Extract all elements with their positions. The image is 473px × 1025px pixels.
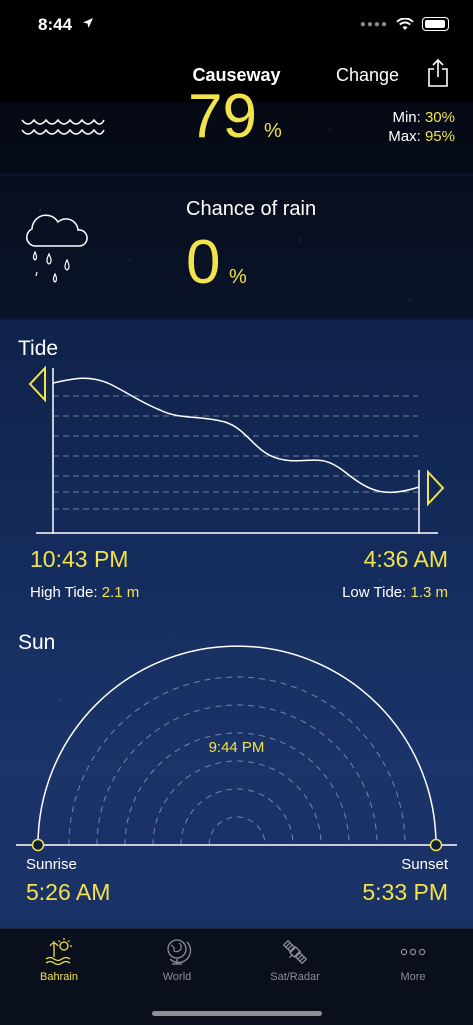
low-tide-info: Low Tide: 1.3 m xyxy=(342,584,448,601)
tab-more[interactable]: More xyxy=(354,937,472,983)
sunset-label: Sunset xyxy=(401,856,448,873)
sunrise-marker-icon xyxy=(31,838,45,852)
high-tide-time: 10:43 PM xyxy=(30,546,129,572)
high-tide-label: High Tide: xyxy=(30,584,98,601)
status-bar: 8:44 ●●●● xyxy=(0,0,473,50)
tide-next-arrow-icon xyxy=(427,469,445,507)
sunrise-time: 5:26 AM xyxy=(26,879,111,905)
humidity-min-max: Min: 30% Max: 95% xyxy=(388,108,455,146)
tide-curve xyxy=(52,377,420,494)
sunset-time: 5:33 PM xyxy=(362,879,448,905)
low-tide-value: 1.3 m xyxy=(410,584,448,601)
low-tide-label: Low Tide: xyxy=(342,584,407,601)
humidity-value: 79 xyxy=(188,82,257,151)
tab-bar: Bahrain World Sat/Radar More xyxy=(0,928,473,1025)
tab-sat-radar-label: Sat/Radar xyxy=(270,971,320,983)
humidity-waves-icon xyxy=(21,118,105,135)
rain-section: Chance of rain 0 % xyxy=(0,176,473,318)
tab-bahrain-label: Bahrain xyxy=(40,971,78,983)
sunrise-label: Sunrise xyxy=(26,856,77,873)
wifi-icon xyxy=(396,17,414,30)
tab-more-label: More xyxy=(400,971,426,983)
battery-icon xyxy=(422,17,449,31)
beach-sun-icon xyxy=(45,938,72,966)
tide-chart xyxy=(28,365,445,534)
max-value: 95% xyxy=(424,128,455,145)
rain-unit: % xyxy=(229,266,247,288)
low-tide-time: 4:36 AM xyxy=(363,546,448,572)
high-tide-value: 2.1 m xyxy=(101,584,140,601)
min-value: 30% xyxy=(424,109,455,126)
sun-section: Sun 9:44 PM Sunrise Sunset 5:26 AM 5:33 … xyxy=(0,614,473,928)
tide-section: Tide 10:43 PM 4:36 AM High Tide: 2.1 m L… xyxy=(0,320,473,612)
rain-cloud-icon xyxy=(26,214,88,283)
humidity-unit: % xyxy=(264,120,282,142)
tide-prev-arrow-icon xyxy=(28,365,46,403)
humidity-section: 79 % Min: 30% Max: 95% xyxy=(0,86,473,174)
tab-sat-radar[interactable]: Sat/Radar xyxy=(236,937,354,983)
home-indicator[interactable] xyxy=(152,1011,322,1016)
share-icon[interactable] xyxy=(426,58,450,88)
satellite-icon xyxy=(282,939,308,965)
globe-icon xyxy=(167,939,192,965)
tab-world-label: World xyxy=(162,971,192,983)
tab-world[interactable]: World xyxy=(118,937,236,983)
status-time: 8:44 xyxy=(38,15,73,34)
change-location-button[interactable]: Change xyxy=(336,65,399,86)
rain-title: Chance of rain xyxy=(186,198,317,220)
sunset-marker-icon xyxy=(429,838,443,852)
max-label: Max: xyxy=(388,128,421,145)
min-label: Min: xyxy=(392,109,421,126)
rain-value: 0 xyxy=(186,228,221,297)
location-arrow-icon xyxy=(83,18,93,28)
tab-bahrain[interactable]: Bahrain xyxy=(0,937,118,983)
more-dots-icon xyxy=(400,948,426,956)
sun-current-time: 9:44 PM xyxy=(208,739,265,756)
cellular-signal-icon: ●●●● xyxy=(359,18,388,30)
high-tide-info: High Tide: 2.1 m xyxy=(30,584,139,601)
